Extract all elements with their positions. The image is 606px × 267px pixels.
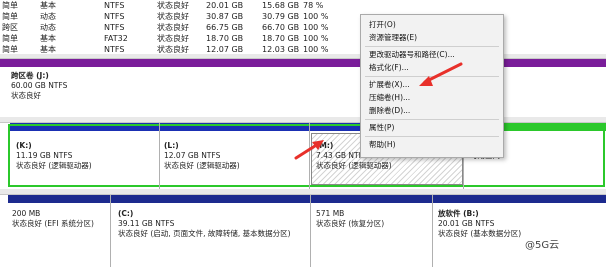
partition-size: 39.11 GB NTFS [118,219,175,228]
free-pct-cell: 100 % [303,34,329,43]
partition-status: 状态良好 (恢复分区) [316,219,385,228]
status-cell: 状态良好 [157,34,189,43]
partition-name: (C:) [118,209,134,218]
type-cell: 基本 [40,1,56,10]
type-cell: 动态 [40,23,56,32]
partition-recovery[interactable]: 571 MB 状态良好 (恢复分区) [316,209,430,229]
disk-system: 200 MB 状态良好 (EFI 系统分区) (C:) 39.11 GB NTF… [0,194,606,267]
capacity-cell: 20.01 GB [206,1,244,10]
capacity-cell: 30.87 GB [206,12,244,21]
partition-size: 12.07 GB NTFS [164,151,221,160]
menu-divider [365,119,499,120]
partition-size: 20.01 GB NTFS [438,219,495,228]
partition-status: 状态良好 (启动, 页面文件, 故障转储, 基本数据分区) [118,229,291,238]
fs-cell: NTFS [104,45,125,54]
free-pct-cell: 100 % [303,23,329,32]
free-cell: 18.70 GB [262,34,300,43]
disk-spanned: 跨区卷 (J:) 60.00 GB NTFS 状态良好 [0,58,606,117]
menu-item-help[interactable]: 帮助(H) [361,139,503,151]
menu-item-label: 属性(P) [369,123,395,132]
status-cell: 状态良好 [157,45,189,54]
partition-divider [432,195,433,267]
menu-item-open[interactable]: 打开(O) [361,19,503,31]
partition-size: 200 MB [12,209,41,218]
menu-item-properties[interactable]: 属性(P) [361,122,503,134]
partition-divider [159,123,160,189]
partition-size: 60.00 GB NTFS [11,81,68,90]
fs-cell: NTFS [104,1,125,10]
partition-k[interactable]: (K:) 11.19 GB NTFS 状态良好 (逻辑驱动器) [16,141,156,171]
partition-c[interactable]: (C:) 39.11 GB NTFS 状态良好 (启动, 页面文件, 故障转储,… [118,209,308,239]
menu-item-label: 格式化(F)... [369,63,409,72]
layout-cell: 简单 [2,12,18,21]
status-cell: 状态良好 [157,23,189,32]
partition-divider [110,195,111,267]
menu-divider [365,46,499,47]
fs-cell: NTFS [104,23,125,32]
partition-name: (L:) [164,141,179,150]
free-cell: 12.03 GB [262,45,300,54]
capacity-cell: 12.07 GB [206,45,244,54]
free-cell: 15.68 GB [262,1,300,10]
type-cell: 基本 [40,34,56,43]
spanned-volume-bar [0,59,606,67]
partition-status: 状态良好 (逻辑驱动器) [16,161,92,170]
type-cell: 基本 [40,45,56,54]
volume-list: 简单 基本 NTFS 状态良好 20.01 GB 15.68 GB 78 % 简… [0,0,606,54]
annotation-arrow-icon [294,140,324,160]
status-cell: 状态良好 [157,1,189,10]
menu-item-label: 扩展卷(X)... [369,80,410,89]
partition-status: 状态良好 (逻辑驱动器) [164,161,240,170]
menu-item-label: 帮助(H) [369,140,396,149]
partition-status: 状态良好 (逻辑驱动器) [316,161,392,170]
partition-name: (K:) [16,141,32,150]
menu-item-explorer[interactable]: 资源管理器(E) [361,32,503,44]
fs-cell: FAT32 [104,34,128,43]
layout-cell: 简单 [2,45,18,54]
primary-partition-bar [8,195,606,203]
capacity-cell: 18.70 GB [206,34,244,43]
capacity-cell: 66.75 GB [206,23,244,32]
partition-name: 放软件 (B:) [438,209,479,218]
partition-size: 11.19 GB NTFS [16,151,73,160]
partition-efi[interactable]: 200 MB 状态良好 (EFI 系统分区) [12,209,108,229]
partition-b[interactable]: 放软件 (B:) 20.01 GB NTFS 状态良好 (基本数据分区) [438,209,603,239]
layout-cell: 简单 [2,34,18,43]
partition-size: 571 MB [316,209,345,218]
menu-item-label: 删除卷(D)... [369,106,411,115]
layout-cell: 跨区 [2,23,18,32]
free-pct-cell: 100 % [303,12,329,21]
menu-item-delete-volume[interactable]: 删除卷(D)... [361,105,503,117]
menu-item-label: 资源管理器(E) [369,33,418,42]
status-cell: 状态良好 [157,12,189,21]
annotation-arrow-icon [419,62,463,86]
partition-status: 状态良好 [11,91,41,100]
layout-cell: 简单 [2,1,18,10]
type-cell: 动态 [40,12,56,21]
menu-divider [365,136,499,137]
menu-item-label: 打开(O) [369,20,396,29]
free-cell: 30.79 GB [262,12,300,21]
menu-item-shrink-volume[interactable]: 压缩卷(H)... [361,92,503,104]
partition-status: 状态良好 (EFI 系统分区) [12,219,94,228]
fs-cell: NTFS [104,12,125,21]
partition-divider [310,195,311,267]
partition-status: 状态良好 (基本数据分区) [438,229,522,238]
partition-name: 跨区卷 (J:) [11,71,49,80]
watermark-text: @5G云 [525,240,560,251]
menu-item-label: 压缩卷(H)... [369,93,411,102]
free-cell: 66.70 GB [262,23,300,32]
partition-j[interactable]: 跨区卷 (J:) 60.00 GB NTFS 状态良好 [11,71,311,101]
free-pct-cell: 100 % [303,45,329,54]
free-pct-cell: 78 % [303,1,324,10]
partition-l[interactable]: (L:) 12.07 GB NTFS 状态良好 (逻辑驱动器) [164,141,304,171]
